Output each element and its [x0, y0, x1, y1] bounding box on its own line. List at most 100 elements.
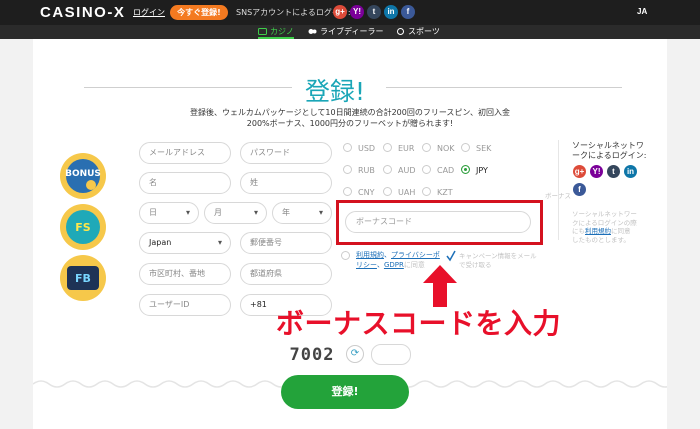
tab-sports[interactable]: スポーツ: [396, 25, 440, 39]
language-selector[interactable]: JA: [637, 7, 647, 16]
currency-label: USD: [358, 144, 376, 153]
radio-icon: [383, 143, 392, 152]
currency-uah[interactable]: UAH: [383, 187, 415, 197]
chevron-down-icon: ▾: [318, 208, 323, 217]
bonus-badge-label: BONUS: [65, 169, 101, 179]
password-field[interactable]: パスワード: [240, 142, 332, 164]
free-spins-badge-label: FS: [75, 221, 91, 234]
birth-day-select[interactable]: 日 ▾: [139, 202, 199, 224]
country-select[interactable]: Japan ▾: [139, 232, 231, 254]
first-name-field[interactable]: 名: [139, 172, 231, 194]
bonus-badge-icon: BONUS: [60, 153, 106, 199]
country-value: Japan: [149, 238, 172, 247]
header-yahoo-icon[interactable]: Y!: [350, 5, 364, 19]
social-note-line1: ソーシャルネットワー: [572, 210, 637, 218]
privacy-link-cont[interactable]: リシー: [356, 261, 377, 269]
currency-label: NOK: [437, 144, 455, 153]
currency-jpy[interactable]: JPY: [461, 165, 488, 175]
gdpr-link[interactable]: GDPR: [384, 261, 404, 269]
currency-nok[interactable]: NOK: [422, 143, 455, 153]
free-bet-badge-icon: FB: [60, 255, 106, 301]
radio-icon: [343, 165, 352, 174]
currency-usd[interactable]: USD: [343, 143, 375, 153]
title-divider-right: [386, 87, 622, 88]
header-google-plus-icon[interactable]: g+: [333, 5, 347, 19]
last-name-field[interactable]: 姓: [240, 172, 332, 194]
terms-checkbox[interactable]: [341, 251, 350, 260]
site-logo[interactable]: CASINO-X: [40, 4, 125, 21]
radio-icon: [383, 165, 392, 174]
radio-icon: [383, 187, 392, 196]
birth-month-value: 月: [214, 208, 222, 217]
radio-selected-icon: [461, 165, 470, 174]
top-header: CASINO-X ログイン 今すぐ登録! SNSアカウントによるログイン: g+…: [0, 0, 700, 25]
currency-label: KZT: [437, 188, 453, 197]
currency-cad[interactable]: CAD: [422, 165, 454, 175]
radio-icon: [461, 143, 470, 152]
up-arrow-icon: [423, 265, 457, 307]
social-linkedin-icon[interactable]: in: [624, 165, 637, 178]
tab-live-dealer[interactable]: ライブディーラー: [308, 25, 383, 39]
bonus-code-annotation: ボーナスコードを入力: [276, 307, 562, 340]
currency-eur[interactable]: EUR: [383, 143, 414, 153]
chevron-down-icon: ▾: [217, 238, 222, 247]
currency-kzt[interactable]: KZT: [422, 187, 453, 197]
user-id-field[interactable]: ユーザーID: [139, 294, 231, 316]
social-note-line2: クによるログインの際: [572, 218, 637, 227]
social-yahoo-icon[interactable]: Y!: [590, 165, 603, 178]
refresh-icon[interactable]: ⟳: [346, 345, 364, 363]
chevron-down-icon: ▾: [185, 208, 190, 217]
social-note-agree: に同意: [611, 227, 631, 235]
radio-icon: [343, 143, 352, 152]
social-title-line2: ークによるログイン:: [572, 151, 647, 160]
live-dealer-icon: [308, 29, 317, 34]
promo-checkbox-icon[interactable]: [446, 250, 456, 262]
postal-code-field[interactable]: 郵便番号: [240, 232, 332, 254]
register-submit-button[interactable]: 登録!: [281, 375, 409, 409]
social-title-line1: ソーシャルネットワ: [572, 141, 644, 150]
currency-label: JPY: [476, 166, 488, 175]
city-address-field[interactable]: 市区町村、番地: [139, 263, 231, 285]
email-field[interactable]: メールアドレス: [139, 142, 231, 164]
welcome-text-line2: 200%ボーナス、1000円分のフリーベットが贈られます!: [246, 119, 454, 128]
signup-now-button[interactable]: 今すぐ登録!: [170, 5, 228, 20]
currency-rub[interactable]: RUB: [343, 165, 375, 175]
social-terms-link[interactable]: 利用規約: [585, 227, 611, 235]
birth-year-select[interactable]: 年 ▾: [272, 202, 332, 224]
free-bet-badge-label: FB: [75, 272, 91, 285]
social-note-line4: したものとします。: [572, 235, 630, 244]
promo-text-line2: で受け取る: [459, 261, 492, 269]
tab-casino[interactable]: カジノ: [258, 25, 294, 39]
terms-link[interactable]: 利用規約: [356, 251, 384, 259]
free-spins-badge-icon: FS: [60, 204, 106, 250]
currency-label: AUD: [398, 166, 416, 175]
header-facebook-icon[interactable]: f: [401, 5, 415, 19]
casino-icon: [258, 28, 267, 35]
currency-label: SEK: [476, 144, 492, 153]
currency-sek[interactable]: SEK: [461, 143, 491, 153]
privacy-link[interactable]: プライバシーポ: [391, 251, 440, 259]
radio-icon: [422, 187, 431, 196]
header-tumblr-icon[interactable]: t: [367, 5, 381, 19]
prefecture-field[interactable]: 都道府県: [240, 263, 332, 285]
social-divider: [558, 140, 559, 240]
social-note: ソーシャルネットワー クによるログインの際 にも利用規約に同意 したものとします…: [572, 210, 642, 244]
social-tumblr-icon[interactable]: t: [607, 165, 620, 178]
social-facebook-icon[interactable]: f: [573, 183, 586, 196]
page-title: 登録!: [304, 77, 366, 106]
welcome-text-line1: 登録後、ウェルカムパッケージとして10日間連続の合計200回のフリースピン、初回…: [190, 108, 510, 117]
bonus-code-input[interactable]: ボーナスコード: [345, 211, 531, 233]
radio-icon: [422, 165, 431, 174]
currency-label: CAD: [437, 166, 455, 175]
captcha-image: 7002: [283, 345, 341, 365]
tab-casino-label: カジノ: [270, 27, 294, 36]
terms-line1: 利用規約、プライバシーポ: [356, 251, 440, 259]
social-google-plus-icon[interactable]: g+: [573, 165, 586, 178]
tab-live-dealer-label: ライブディーラー: [320, 27, 384, 36]
captcha-input[interactable]: [371, 344, 411, 365]
birth-month-select[interactable]: 月 ▾: [204, 202, 267, 224]
header-linkedin-icon[interactable]: in: [384, 5, 398, 19]
login-link[interactable]: ログイン: [133, 7, 165, 18]
currency-cny[interactable]: CNY: [343, 187, 374, 197]
currency-aud[interactable]: AUD: [383, 165, 416, 175]
